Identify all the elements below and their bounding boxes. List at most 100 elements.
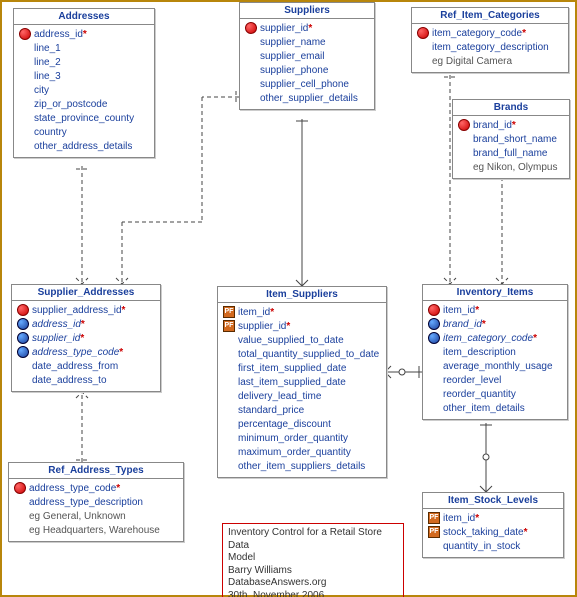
- field-name: other_item_suppliers_details: [238, 461, 365, 472]
- field-name: supplier_address_id: [32, 305, 122, 316]
- note-line: DatabaseAnswers.org: [228, 577, 398, 590]
- field-row: supplier_phone: [244, 63, 370, 77]
- field-name: item_id: [443, 513, 475, 524]
- fk-icon: [16, 346, 30, 358]
- required-star-icon: *: [122, 305, 126, 316]
- table-title: Brands: [453, 100, 569, 116]
- fk-icon: [16, 332, 30, 344]
- table-inventory-items[interactable]: Inventory_Items item_id*brand_id*item_ca…: [422, 284, 568, 420]
- field-row: other_address_details: [18, 139, 150, 153]
- required-star-icon: *: [475, 513, 479, 524]
- field-name: zip_or_postcode: [34, 99, 107, 110]
- table-ref-address-types[interactable]: Ref_Address_Types address_type_code*addr…: [8, 462, 184, 542]
- field-row: eg General, Unknown: [13, 509, 179, 523]
- field-row: quantity_in_stock: [427, 539, 559, 553]
- field-row: date_address_from: [16, 359, 156, 373]
- table-supplier-addresses[interactable]: Supplier_Addresses supplier_address_id*a…: [11, 284, 161, 392]
- field-name: first_item_supplied_date: [238, 363, 346, 374]
- field-name: item_category_code: [432, 28, 522, 39]
- required-star-icon: *: [81, 319, 85, 330]
- table-addresses[interactable]: Addresses address_id*line_1line_2line_3c…: [13, 8, 155, 158]
- field-row: date_address_to: [16, 373, 156, 387]
- field-row: reorder_quantity: [427, 387, 563, 401]
- field-name: supplier_id: [32, 333, 80, 344]
- pk-icon: [16, 304, 30, 316]
- table-item-suppliers[interactable]: Item_Suppliers PFitem_id*PFsupplier_id*v…: [217, 286, 387, 478]
- required-star-icon: *: [270, 307, 274, 318]
- field-name: reorder_quantity: [443, 389, 516, 400]
- pk-icon: [18, 28, 32, 40]
- field-row: standard_price: [222, 403, 382, 417]
- field-name: supplier_id: [238, 321, 286, 332]
- field-name: item_category_code: [443, 333, 533, 344]
- table-item-stock-levels[interactable]: Item_Stock_Levels PFitem_id*PFstock_taki…: [422, 492, 564, 558]
- field-name: address_type_description: [29, 497, 143, 508]
- field-row: maximum_order_quantity: [222, 445, 382, 459]
- field-row: item_id*: [427, 303, 563, 317]
- table-body-addresses: address_id* line_1 line_2 line_3city zip_or_…: [14, 25, 154, 157]
- field-name: item_description: [443, 347, 516, 358]
- field-row: brand_short_name: [457, 132, 565, 146]
- field-row: PFstock_taking_date*: [427, 525, 559, 539]
- field-row: item_category_code*: [416, 26, 564, 40]
- field-row: other_supplier_details: [244, 91, 370, 105]
- table-body-item_stock_levels: PFitem_id*PFstock_taking_date*quantity_i…: [423, 509, 563, 557]
- field-row: supplier_email: [244, 49, 370, 63]
- field-row: other_item_details: [427, 401, 563, 415]
- required-star-icon: *: [308, 23, 312, 34]
- required-star-icon: *: [286, 321, 290, 332]
- field-name: supplier_phone: [260, 65, 328, 76]
- table-ref-item-categories[interactable]: Ref_Item_Categories item_category_code*i…: [411, 7, 569, 73]
- table-title: Item_Stock_Levels: [423, 493, 563, 509]
- field-name: reorder_level: [443, 375, 501, 386]
- required-star-icon: *: [83, 29, 87, 40]
- field-row: supplier_id*: [16, 331, 156, 345]
- field-row: city: [18, 83, 150, 97]
- field-row: address_type_code*: [13, 481, 179, 495]
- table-title: Supplier_Addresses: [12, 285, 160, 301]
- field-name: eg Headquarters, Warehouse: [29, 525, 160, 536]
- field-name: last_item_supplied_date: [238, 377, 346, 388]
- table-title: Ref_Item_Categories: [412, 8, 568, 24]
- field-name: city: [34, 85, 49, 96]
- field-name: supplier_id: [260, 23, 308, 34]
- table-title: Suppliers: [240, 3, 374, 19]
- field-row: eg Headquarters, Warehouse: [13, 523, 179, 537]
- field-row: other_item_suppliers_details: [222, 459, 382, 473]
- pf-icon: PF: [427, 526, 441, 538]
- field-row: supplier_name: [244, 35, 370, 49]
- field-row: value_supplied_to_date: [222, 333, 382, 347]
- field-name: supplier_name: [260, 37, 326, 48]
- field-name: line_3: [34, 71, 61, 82]
- field-row: delivery_lead_time: [222, 389, 382, 403]
- field-row: PFitem_id*: [427, 511, 559, 525]
- field-row: percentage_discount: [222, 417, 382, 431]
- field-name: country: [34, 127, 67, 138]
- required-star-icon: *: [119, 347, 123, 358]
- table-body-ref_address_types: address_type_code* address_type_descripti…: [9, 479, 183, 541]
- required-star-icon: *: [524, 527, 528, 538]
- note-line: 30th. November 2006: [228, 590, 398, 597]
- field-name: address_id: [34, 29, 83, 40]
- field-row: first_item_supplied_date: [222, 361, 382, 375]
- table-title: Ref_Address_Types: [9, 463, 183, 479]
- field-row: item_description: [427, 345, 563, 359]
- required-star-icon: *: [522, 28, 526, 39]
- field-name: line_2: [34, 57, 61, 68]
- field-row: country: [18, 125, 150, 139]
- field-name: line_1: [34, 43, 61, 54]
- field-name: item_category_description: [432, 42, 549, 53]
- field-name: value_supplied_to_date: [238, 335, 344, 346]
- field-row: state_province_county: [18, 111, 150, 125]
- table-suppliers[interactable]: Suppliers supplier_id*supplier_namesuppl…: [239, 2, 375, 110]
- field-name: item_id: [443, 305, 475, 316]
- table-brands[interactable]: Brands brand_id*brand_short_namebrand_fu…: [452, 99, 570, 179]
- field-name: stock_taking_date: [443, 527, 524, 538]
- pf-icon: PF: [222, 306, 236, 318]
- field-name: brand_id: [473, 120, 512, 131]
- table-body-item_suppliers: PFitem_id*PFsupplier_id*value_supplied_t…: [218, 303, 386, 477]
- pk-icon: [416, 27, 430, 39]
- field-row: zip_or_postcode: [18, 97, 150, 111]
- field-row: PFsupplier_id*: [222, 319, 382, 333]
- field-name: state_province_county: [34, 113, 134, 124]
